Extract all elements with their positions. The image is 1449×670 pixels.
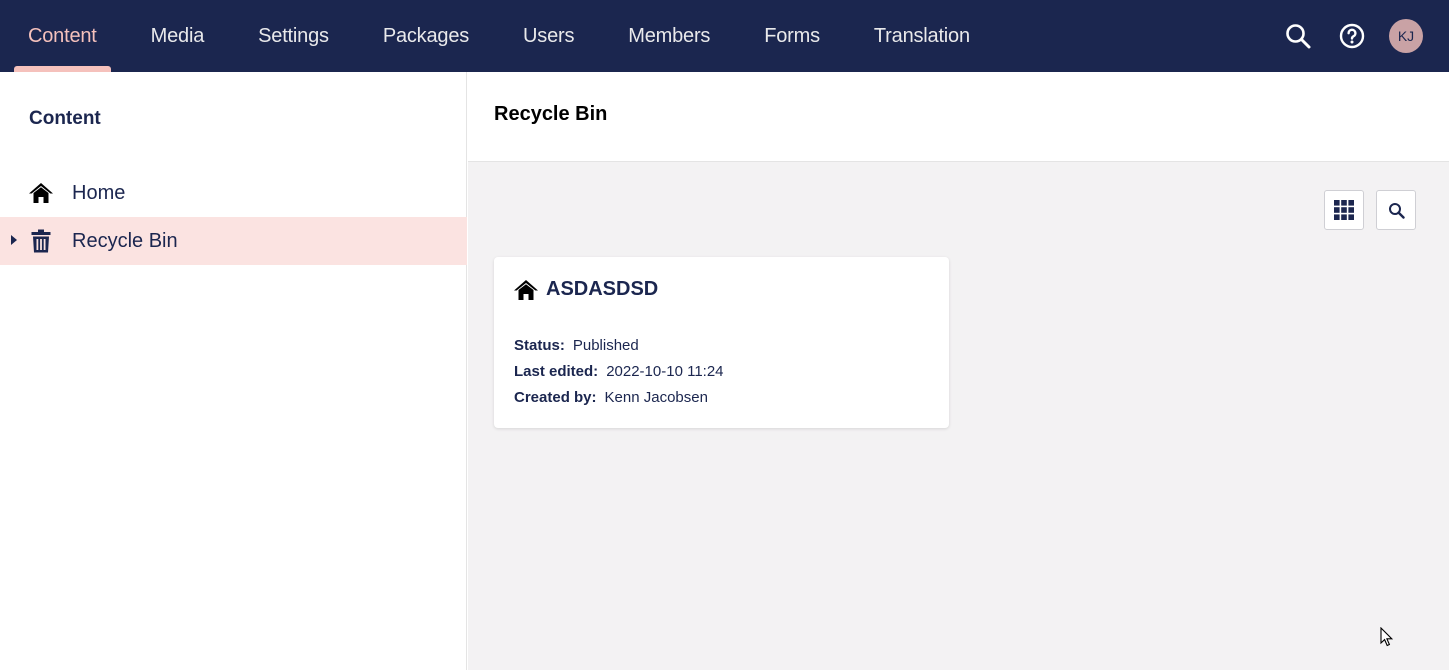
content-card[interactable]: ASDASDSD Status: Published Last edited: 20… (494, 257, 949, 428)
list-search-button[interactable] (1376, 190, 1416, 230)
tree-item-home[interactable]: Home (0, 169, 467, 217)
search-icon (1388, 202, 1405, 219)
created-by-value: Kenn Jacobsen (604, 389, 708, 406)
section-settings[interactable]: Settings (231, 0, 356, 72)
page-title: Recycle Bin (494, 103, 608, 125)
section-users[interactable]: Users (496, 0, 601, 72)
expand-caret-icon[interactable] (11, 235, 17, 245)
section-members[interactable]: Members (601, 0, 737, 72)
section-forms[interactable]: Forms (737, 0, 847, 72)
content-tree: Home Recycle Bin (0, 169, 467, 265)
status-row: Status: Published (514, 337, 639, 354)
top-navigation-bar: Content Media Settings Packages Users Me… (0, 0, 1449, 72)
card-title[interactable]: ASDASDSD (546, 278, 658, 301)
last-edited-row: Last edited: 2022-10-10 11:24 (514, 363, 724, 380)
section-content[interactable]: Content (1, 0, 124, 72)
section-translation[interactable]: Translation (847, 0, 997, 72)
status-value: Published (572, 337, 639, 354)
section-media[interactable]: Media (124, 0, 231, 72)
layout-toggle-button[interactable] (1324, 190, 1364, 230)
top-actions: KJ (1271, 0, 1449, 72)
content-tree-sidebar: Content Home Recycle Bin (0, 72, 467, 670)
tree-item-label: Recycle Bin (72, 229, 178, 252)
mouse-cursor-icon (1380, 627, 1394, 647)
home-icon (513, 277, 539, 303)
section-packages[interactable]: Packages (356, 0, 496, 72)
sidebar-title: Content (29, 108, 101, 129)
card-meta: Status: Published Last edited: 2022-10-10 … (514, 333, 724, 411)
grid-icon (1334, 200, 1354, 220)
home-icon (28, 181, 54, 205)
section-nav: Content Media Settings Packages Users Me… (0, 0, 997, 72)
last-edited-value: 2022-10-10 11:24 (606, 363, 724, 380)
main-panel: Recycle Bin ASDASDSD Status: Published L… (468, 72, 1449, 670)
search-icon (1286, 24, 1311, 49)
created-by-row: Created by: Kenn Jacobsen (514, 389, 708, 406)
tree-item-recycle-bin[interactable]: Recycle Bin (0, 217, 467, 265)
help-icon (1339, 23, 1365, 49)
global-search-button[interactable] (1271, 9, 1325, 63)
tree-item-label: Home (72, 181, 126, 204)
user-avatar[interactable]: KJ (1389, 19, 1423, 53)
help-button[interactable] (1325, 9, 1379, 63)
trash-icon (28, 229, 54, 253)
main-header: Recycle Bin (468, 72, 1449, 162)
